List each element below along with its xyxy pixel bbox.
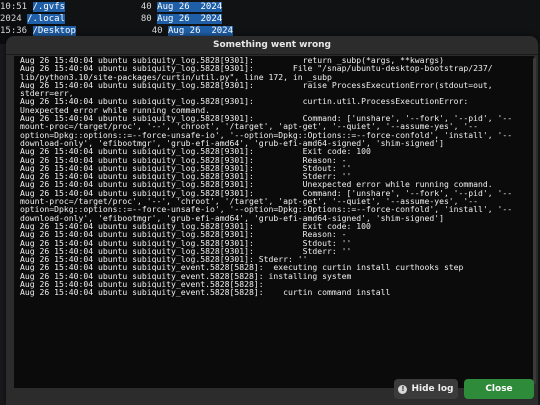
- terminal-row-name: /Desktop: [32, 26, 76, 36]
- close-button[interactable]: Close: [464, 379, 534, 399]
- terminal-row-time: 15:36: [0, 26, 33, 36]
- terminal-row-date: Aug 26 2024: [157, 14, 223, 24]
- terminal-row-time: 2024: [0, 14, 28, 24]
- log-scrollbar[interactable]: [533, 58, 536, 384]
- error-dialog: Something went wrong Aug 26 15:40:04 ubu…: [6, 36, 538, 405]
- terminal-row-date: Aug 26 2024: [168, 26, 234, 36]
- close-label: Close: [485, 384, 513, 394]
- terminal-row-name: /.gvfs: [32, 2, 66, 12]
- terminal-row-size: 40: [75, 26, 168, 36]
- terminal-row-size: 80: [65, 14, 158, 24]
- terminal-row-name: /.local: [27, 14, 66, 24]
- terminal-row-date: Aug 26 2024: [157, 2, 223, 12]
- dialog-footer: ! Hide log Close: [6, 375, 538, 405]
- hide-log-label: Hide log: [411, 384, 454, 394]
- error-icon: !: [398, 384, 408, 394]
- terminal-row-size: 40: [65, 2, 158, 12]
- log-line: Aug 26 15:40:04 ubuntu subiquity_event.5…: [20, 287, 391, 298]
- error-log[interactable]: Aug 26 15:40:04 ubuntu subiquity_log.582…: [14, 56, 534, 388]
- terminal-row: 2024 /.local 80 Aug 26 2024: [0, 14, 223, 25]
- dialog-title: Something went wrong: [6, 36, 538, 55]
- terminal-row-time: 10:51: [0, 2, 33, 12]
- hide-log-button[interactable]: ! Hide log: [394, 379, 458, 399]
- terminal-row: 10:51 /.gvfs 40 Aug 26 2024: [0, 2, 223, 13]
- log-line: Aug 26 15:40:04 ubuntu subiquity_log.582…: [20, 79, 493, 90]
